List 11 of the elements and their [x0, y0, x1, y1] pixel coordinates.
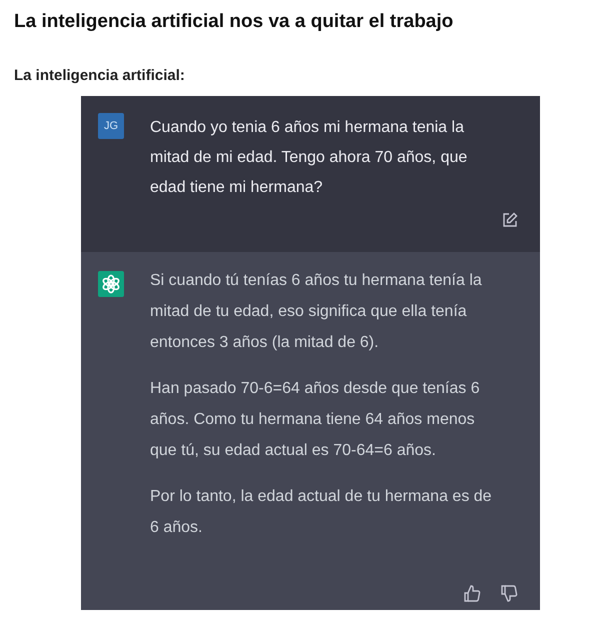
answer-paragraph: Han pasado 70-6=64 años desde que tenías 6 años. Como tu hermana tiene 64 años menos que tú, su edad actual es 70-64=6 años.: [150, 379, 481, 461]
thumbs-down-icon[interactable]: [501, 585, 518, 602]
user-question: Cuando yo tenia 6 años mi hermana tenia la mitad de mi edad. Tengo ahora 70 años, que edad tiene mi hermana?: [150, 118, 468, 198]
thumbs-up-icon[interactable]: [464, 585, 481, 602]
page-title: La inteligencia artificial nos va a quitar el trabajo: [14, 10, 454, 34]
user-avatar: JG: [98, 113, 124, 139]
flower-logo-icon: [98, 271, 124, 297]
edit-icon[interactable]: [502, 212, 518, 228]
subtitle: La inteligencia artificial:: [14, 66, 185, 86]
answer-paragraph: Por lo tanto, la edad actual de tu hermana es de 6 años.: [150, 487, 493, 538]
answer-paragraph: Si cuando tú tenías 6 años tu hermana tenía la mitad de tu edad, eso significa que ella tenía entonces 3 años (la mitad de 6).: [150, 271, 483, 353]
